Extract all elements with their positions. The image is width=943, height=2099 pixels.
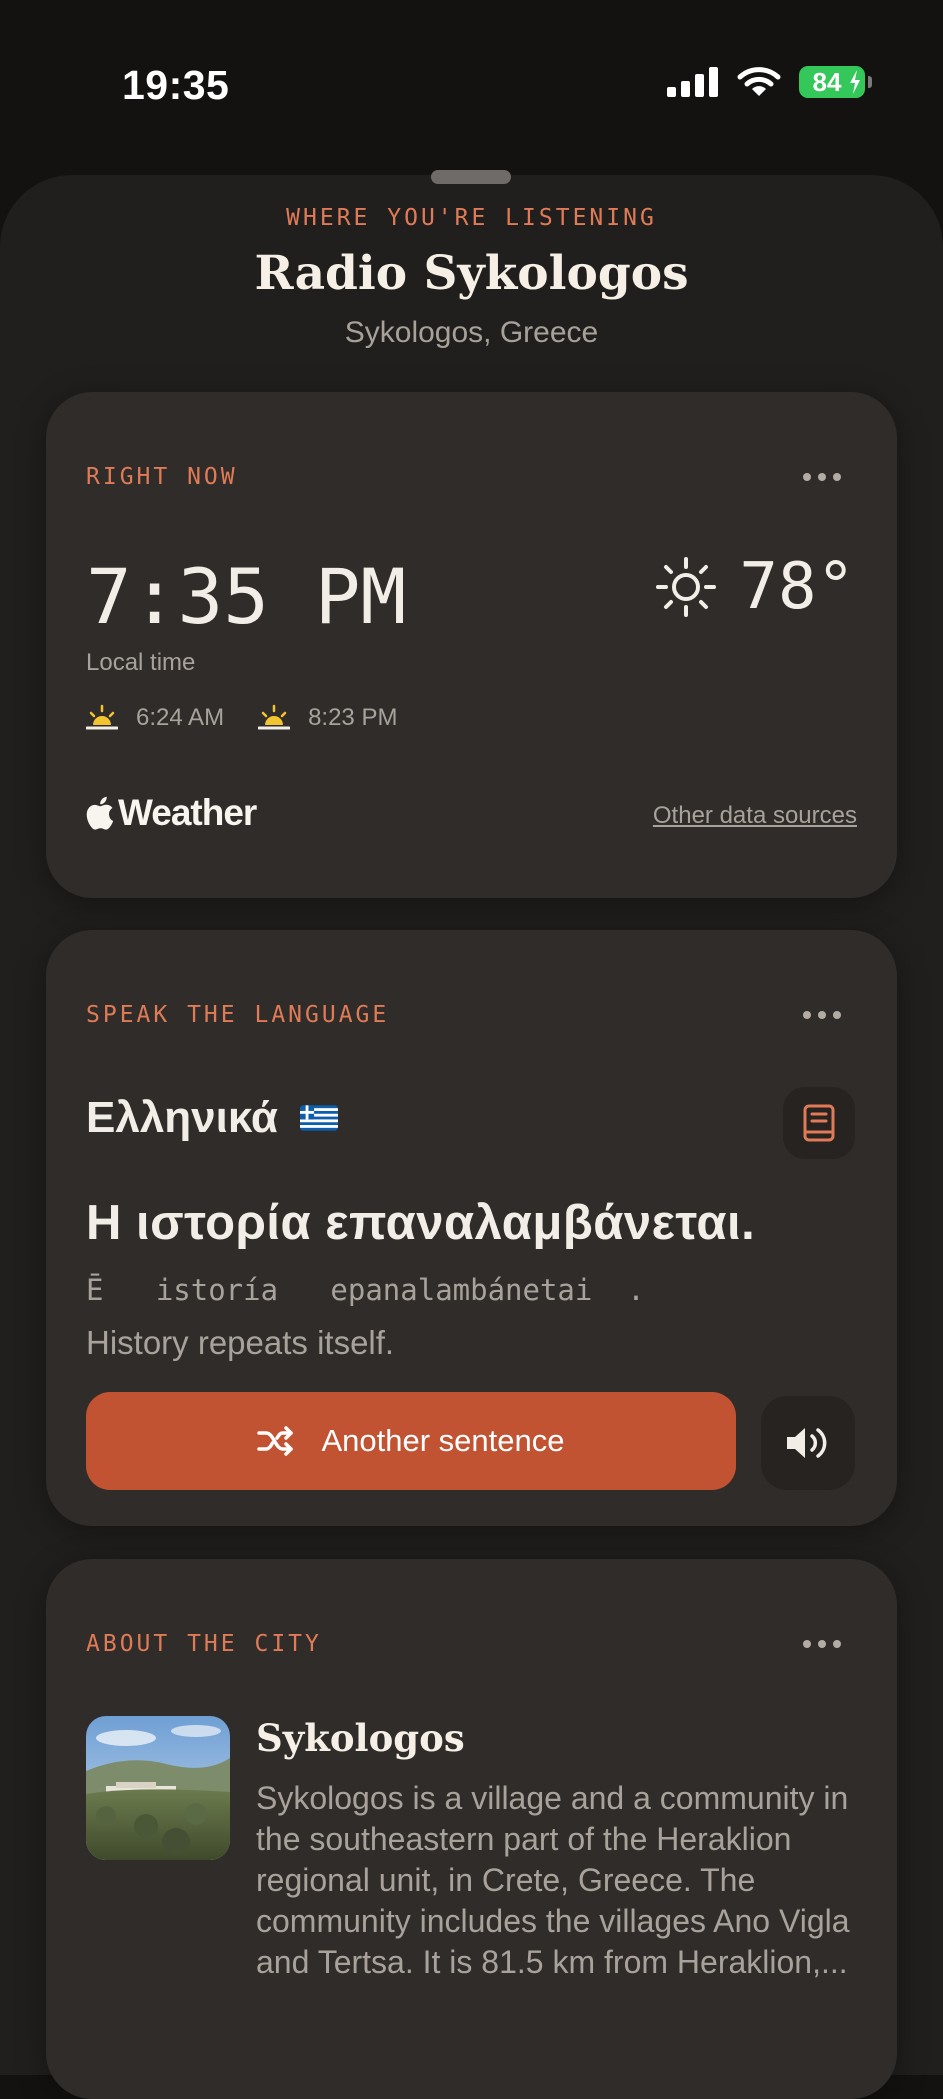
- sunrise-icon: [86, 704, 118, 730]
- weather-brand-label: Weather: [118, 792, 257, 833]
- city-description: Sykologos is a village and a community i…: [256, 1780, 850, 1980]
- temperature: 78°: [739, 550, 855, 624]
- apple-logo-icon: [86, 796, 114, 830]
- station-title: Radio Sykologos: [254, 246, 689, 301]
- shuffle-icon: [257, 1426, 294, 1456]
- status-icons: 84: [667, 66, 872, 98]
- phrase-transliteration: Ē istoría epanalambánetai .: [86, 1273, 645, 1307]
- right-now-eyebrow: RIGHT NOW: [86, 464, 238, 490]
- other-data-sources-link[interactable]: Other data sources: [653, 802, 857, 830]
- cellular-signal-icon: [667, 67, 718, 97]
- play-pronunciation-button[interactable]: [761, 1396, 855, 1490]
- weather-brand: Weather: [86, 792, 257, 834]
- greece-flag-icon: [299, 1105, 338, 1131]
- phrase-sentence: Η ιστορία επαναλαμβάνεται.: [86, 1196, 756, 1250]
- language-eyebrow: SPEAK THE LANGUAGE: [86, 1002, 390, 1028]
- battery-level: 84: [812, 66, 842, 97]
- another-sentence-button[interactable]: Another sentence: [86, 1392, 736, 1490]
- local-time-label: Local time: [86, 649, 196, 676]
- right-now-card: RIGHT NOW 7:35 PM Local time 78° 6:24 AM…: [46, 392, 897, 898]
- city-name: Sykologos: [256, 1716, 465, 1760]
- sun-times: 6:24 AM 8:23 PM: [86, 704, 431, 732]
- sunset: 8:23 PM: [258, 704, 397, 732]
- language-card: SPEAK THE LANGUAGE Ελληνικά Η ιστορία επ…: [46, 930, 897, 1526]
- station-location: Sykologos, Greece: [344, 316, 599, 349]
- about-city-card: ABOUT THE CITY Sykologos Sykologos is a …: [46, 1559, 897, 2099]
- header-eyebrow: WHERE YOU'RE LISTENING: [286, 205, 657, 231]
- about-more-button[interactable]: [803, 1629, 841, 1659]
- right-now-more-button[interactable]: [803, 462, 841, 492]
- another-sentence-label: Another sentence: [321, 1423, 565, 1458]
- sheet-grabber[interactable]: [431, 170, 511, 184]
- battery-indicator: 84: [799, 66, 872, 98]
- status-bar: 19:35 84: [0, 0, 943, 175]
- local-time: 7:35 PM: [86, 552, 407, 641]
- wifi-icon: [737, 67, 781, 96]
- phrase-translation: History repeats itself.: [86, 1324, 395, 1361]
- language-name-row: Ελληνικά: [86, 1093, 338, 1143]
- speaker-icon: [787, 1428, 827, 1458]
- sunset-icon: [258, 704, 291, 730]
- city-photo[interactable]: [86, 1716, 230, 1860]
- book-icon: [803, 1104, 835, 1142]
- charging-bolt-icon: [850, 70, 860, 94]
- phrasebook-button[interactable]: [783, 1087, 855, 1159]
- sun-icon: [656, 557, 717, 617]
- sunrise: 6:24 AM: [86, 704, 224, 732]
- current-weather: 78°: [655, 550, 855, 624]
- sunset-time: 8:23 PM: [308, 704, 398, 731]
- sunrise-time: 6:24 AM: [136, 704, 225, 731]
- language-name: Ελληνικά: [86, 1093, 278, 1142]
- language-more-button[interactable]: [803, 1000, 841, 1030]
- status-time: 19:35: [122, 62, 230, 108]
- about-eyebrow: ABOUT THE CITY: [86, 1631, 322, 1657]
